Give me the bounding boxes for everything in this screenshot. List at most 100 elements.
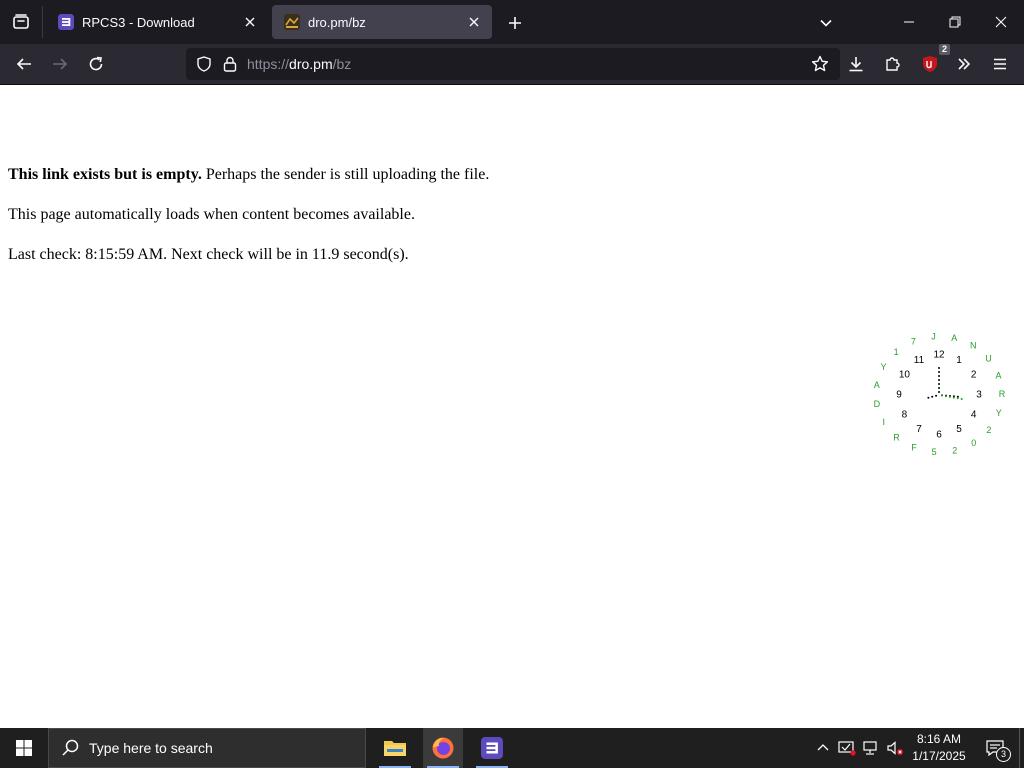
taskbar-file-explorer[interactable]: [375, 728, 415, 768]
clock-date-letter: 2: [986, 425, 991, 435]
clock-date-letter: 7: [911, 336, 916, 346]
clock-date-letter: I: [882, 417, 885, 427]
back-button[interactable]: [8, 48, 40, 80]
bookmark-button[interactable]: [808, 52, 832, 76]
minimize-icon: [904, 21, 914, 23]
status-message-rest: Perhaps the sender is still uploading th…: [201, 166, 490, 183]
clock-second-hand: [952, 396, 955, 399]
clock-hour-number: 7: [916, 424, 922, 435]
downloads-button[interactable]: [840, 48, 872, 80]
tab-dro-pm[interactable]: dro.pm/bz: [272, 5, 492, 39]
search-icon: [62, 739, 79, 756]
app-menu-button[interactable]: [984, 48, 1016, 80]
clock-minute-hand: [938, 367, 940, 369]
ublock-shield-icon: [923, 56, 937, 72]
arrow-left-icon: [16, 58, 31, 70]
clock-hour-number: 2: [971, 370, 977, 381]
clock-hour-number: 3: [976, 390, 982, 401]
clock-time: 8:16 AM: [916, 732, 962, 746]
new-tab-button[interactable]: [501, 9, 529, 37]
clock-date-letter: 1: [894, 347, 899, 357]
tab-close-button[interactable]: [462, 10, 486, 34]
close-icon: [245, 17, 255, 27]
status-message: This link exists but is empty. Perhaps t…: [8, 166, 489, 184]
network-wired-icon: [863, 741, 877, 755]
analog-clock: 12 1234567891011J ANUARY2025FRIDAY17: [874, 332, 1006, 458]
tab-list-button[interactable]: [0, 0, 42, 44]
clock-hour-number: 1: [956, 355, 962, 366]
url-text[interactable]: https://dro.pm/bz: [247, 56, 351, 72]
network-tray-icon[interactable]: [860, 728, 882, 768]
clock-date-letter: N: [970, 341, 977, 351]
list-all-tabs-button[interactable]: [812, 9, 840, 37]
site-favicon-icon: [284, 14, 300, 30]
clock-second-hand: [948, 395, 951, 398]
hamburger-menu-icon: [994, 58, 1006, 70]
clock-date-letter: A: [995, 370, 1001, 380]
url-path: /bz: [332, 56, 352, 72]
clock-date-letter: J: [931, 332, 936, 342]
shield-icon: [197, 56, 211, 72]
download-icon: [849, 57, 863, 72]
clock-date-letter: R: [893, 432, 900, 442]
taskbar-search-box[interactable]: Type here to search: [48, 728, 366, 768]
tracking-protection-button[interactable]: [192, 52, 216, 76]
clock-minute-hand: [938, 371, 940, 373]
clock-hand-tail: [927, 396, 930, 399]
reload-button[interactable]: [80, 48, 112, 80]
clock-minute-hand: [938, 387, 940, 389]
clock-date-letter: 2: [952, 446, 957, 456]
chevron-up-icon: [817, 744, 829, 751]
notification-count: 3: [996, 747, 1011, 762]
clock-second-hand: [944, 395, 947, 398]
overflow-button[interactable]: [948, 48, 980, 80]
start-button[interactable]: [0, 728, 48, 768]
taskbar-firefox[interactable]: [423, 728, 463, 768]
minimize-button[interactable]: [886, 0, 932, 44]
clock-minute-hand: [938, 379, 940, 381]
tab-strip: RPCS3 - Download dro.pm/bz: [0, 0, 1024, 44]
restore-button[interactable]: [932, 0, 978, 44]
double-chevron-right-icon: [958, 58, 971, 70]
tab-rpcs3[interactable]: RPCS3 - Download: [46, 5, 268, 39]
puzzle-icon: [886, 57, 900, 71]
show-desktop-button[interactable]: [1019, 728, 1024, 768]
forward-button[interactable]: [44, 48, 76, 80]
clock-date-letter: A: [874, 380, 880, 390]
clock-date: 1/17/2025: [912, 749, 966, 763]
tab-title: RPCS3 - Download: [82, 14, 195, 30]
reload-icon: [89, 56, 103, 71]
notification-center-button[interactable]: 3: [978, 728, 1012, 768]
taskbar-rpcs3[interactable]: [472, 728, 512, 768]
url-scheme: https://: [247, 56, 290, 72]
site-info-button[interactable]: [218, 52, 242, 76]
close-icon: [469, 17, 479, 27]
clock-hour-number: 5: [956, 424, 962, 435]
ublock-button[interactable]: 2: [914, 44, 950, 80]
taskbar: Type here to search 8:16 AM 1/17/2025 3: [0, 728, 1024, 768]
url-host: dro.pm: [289, 56, 333, 72]
clock-hour-number: 10: [899, 370, 911, 381]
clock-minute-hand: [938, 375, 940, 377]
address-bar[interactable]: https://dro.pm/bz: [186, 48, 840, 80]
clock-hour-number: 9: [896, 390, 902, 401]
plus-icon: [509, 17, 521, 29]
clock-date-letter: F: [911, 443, 917, 453]
clock-second-hand: [941, 394, 943, 397]
clock-date-letter: U: [985, 354, 992, 364]
clock-hour-number: 6: [936, 430, 942, 441]
clock-date-letter: Y: [880, 362, 886, 372]
extensions-button[interactable]: [877, 48, 909, 80]
clock-date-letter: Y: [996, 408, 1002, 418]
tab-close-button[interactable]: [238, 10, 262, 34]
arrow-right-icon: [53, 58, 68, 70]
clock-hour-number: 12: [933, 350, 945, 361]
security-tray-icon[interactable]: [836, 728, 858, 768]
show-hidden-icons-button[interactable]: [812, 728, 834, 768]
star-icon: [811, 55, 829, 72]
close-window-button[interactable]: [978, 0, 1024, 44]
volume-tray-icon[interactable]: [884, 728, 906, 768]
system-clock[interactable]: 8:16 AM 1/17/2025: [906, 731, 972, 765]
page-content: This link exists but is empty. Perhaps t…: [0, 85, 1024, 728]
tab-separator: [42, 6, 43, 38]
